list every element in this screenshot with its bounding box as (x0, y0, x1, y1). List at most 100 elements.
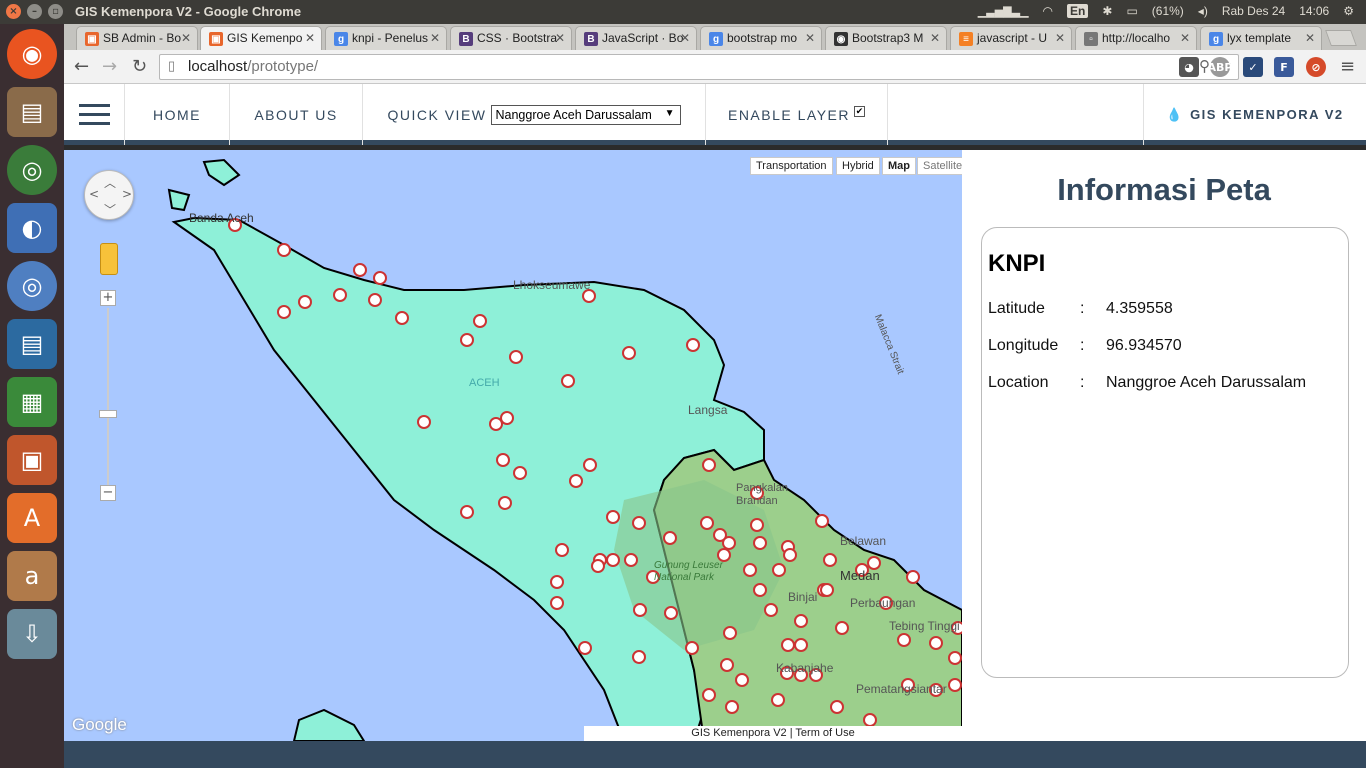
enable-layer-checkbox[interactable]: ✔ (854, 106, 865, 117)
chromium-icon[interactable]: ◎ (7, 261, 57, 311)
new-tab-button[interactable] (1325, 30, 1357, 46)
blocker-icon[interactable]: ⊘ (1306, 57, 1326, 77)
street-view-pegman-icon[interactable] (100, 243, 118, 275)
pan-down-icon[interactable]: ﹀ (104, 201, 116, 218)
map-label-kabanjahe: Kabanjahe (776, 661, 834, 675)
zoom-slider[interactable]: + − (98, 290, 118, 501)
tab-5[interactable]: g bootstrap mo ✕ (700, 26, 822, 50)
wifi-icon[interactable]: ◠ (1043, 4, 1053, 18)
volume-icon[interactable]: ◂) (1198, 4, 1208, 18)
ubuntu-dash-icon[interactable]: ◉ (7, 29, 57, 79)
github-favicon-icon: ◉ (834, 32, 848, 46)
pidgin-icon[interactable]: ◐ (7, 203, 57, 253)
amazon-icon[interactable]: a (7, 551, 57, 601)
tab-8[interactable]: ▫ http://localho ✕ (1075, 26, 1197, 50)
nav-home[interactable]: HOME (125, 84, 230, 145)
forward-arrow-icon[interactable]: → (102, 56, 117, 77)
info-key: Location (988, 374, 1049, 391)
window-minimize-icon[interactable]: – (27, 4, 42, 19)
info-key: Longitude (988, 337, 1059, 354)
google-logo: Google (72, 715, 127, 734)
power-gear-icon[interactable]: ⚙ (1343, 4, 1354, 18)
tab-label: CSS · Bootstra (477, 31, 558, 45)
nav-about-us[interactable]: ABOUT US (230, 84, 363, 145)
map-type-map[interactable]: Map (882, 157, 916, 175)
bootstrap-favicon-icon: B (584, 32, 598, 46)
adblock-plus-icon[interactable]: ABP (1208, 57, 1232, 77)
bluetooth-icon[interactable]: ✱ (1102, 4, 1112, 18)
tab-1[interactable]: ▣ GIS Kemenpo ✕ (200, 26, 322, 50)
battery-icon[interactable]: ▭ (1126, 4, 1137, 18)
tab-label: GIS Kemenpo (227, 31, 303, 45)
address-bar[interactable]: ▯ localhost/prototype/ ⚲ ☆ (159, 54, 1239, 80)
map-label-belawan: Belawan (840, 534, 887, 548)
extension-spy-icon[interactable]: ◕ (1179, 57, 1199, 77)
menu-icon[interactable]: ≡ (1340, 56, 1355, 77)
battery-percent: (61%) (1151, 4, 1184, 18)
map-label-pangkalan-brandan: Pangkalan Brandan (736, 482, 788, 507)
zoom-in-button[interactable]: + (100, 290, 116, 306)
clock-text[interactable]: 14:06 (1299, 4, 1329, 18)
zoom-thumb[interactable] (99, 410, 117, 418)
info-row-longitude: Longitude : 96.934570 (988, 337, 1342, 355)
network-graph-icon[interactable]: ▁▃▅▇▃▁ (978, 5, 1029, 18)
date-text[interactable]: Rab Des 24 (1222, 4, 1285, 18)
calc-icon[interactable]: ▦ (7, 377, 57, 427)
software-center-icon[interactable]: A (7, 493, 57, 543)
window-maximize-icon[interactable]: ▫ (48, 4, 63, 19)
tab-4[interactable]: B JavaScript · Bo ✕ (575, 26, 697, 50)
pan-left-icon[interactable]: < (89, 187, 99, 201)
quick-view-select[interactable]: Nanggroe Aceh Darussalam ▼ (490, 104, 681, 125)
map-type-satellite[interactable]: Satellite (917, 157, 962, 175)
map-footer: GIS Kemenpora V2 | Term of Use (584, 726, 962, 741)
tab-label: http://localho (1102, 31, 1171, 45)
files-icon[interactable]: ▤ (7, 87, 57, 137)
reload-icon[interactable]: ↻ (132, 56, 147, 77)
info-value: Nanggroe Aceh Darussalam (1106, 374, 1307, 391)
tab-2[interactable]: g knpi - Penelus ✕ (325, 26, 447, 50)
pan-control[interactable]: ︿ ﹀ < > (84, 170, 134, 220)
info-panel: Informasi Peta KNPI Latitude : 4.359558 … (962, 150, 1366, 741)
nav-about-label: ABOUT US (254, 106, 338, 123)
map-type-transportation[interactable]: Transportation (750, 157, 833, 175)
tab-close-icon[interactable]: ✕ (1055, 31, 1065, 45)
hamburger-menu-icon[interactable] (64, 84, 125, 145)
tab-7[interactable]: ≡ javascript - U ✕ (950, 26, 1072, 50)
google-favicon-icon: g (334, 32, 348, 46)
tab-close-icon[interactable]: ✕ (805, 31, 815, 45)
tab-6[interactable]: ◉ Bootstrap3 M ✕ (825, 26, 947, 50)
pan-up-icon[interactable]: ︿ (104, 174, 116, 191)
tab-label: SB Admin - Bo (103, 31, 182, 45)
feedly-icon[interactable]: F (1274, 57, 1294, 77)
tab-close-icon[interactable]: ✕ (181, 31, 191, 45)
tab-close-icon[interactable]: ✕ (305, 31, 315, 45)
brand[interactable]: 💧 GIS KEMENPORA V2 (1143, 84, 1366, 145)
twitter-icon[interactable]: ✓ (1243, 57, 1263, 77)
tab-close-icon[interactable]: ✕ (430, 31, 440, 45)
tab-label: javascript - U (977, 31, 1048, 45)
map-label-gunung-leuser: Gunung Leuser National Park (654, 560, 723, 583)
writer-icon[interactable]: ▤ (7, 319, 57, 369)
impress-icon[interactable]: ▣ (7, 435, 57, 485)
window-close-icon[interactable]: × (6, 4, 21, 19)
tab-close-icon[interactable]: ✕ (1180, 31, 1190, 45)
map-label-binjai: Binjai (788, 590, 818, 604)
tab-3[interactable]: B CSS · Bootstra ✕ (450, 26, 572, 50)
map-canvas[interactable]: Banda Aceh Lhokseumawe ACEH Langsa Malac… (64, 150, 962, 741)
chrome-icon[interactable]: ◎ (7, 145, 57, 195)
info-sep: : (1080, 374, 1085, 391)
tab-close-icon[interactable]: ✕ (555, 31, 565, 45)
back-arrow-icon[interactable]: ← (74, 56, 89, 77)
update-icon[interactable]: ⇩ (7, 609, 57, 659)
tab-close-icon[interactable]: ✕ (680, 31, 690, 45)
tab-close-icon[interactable]: ✕ (930, 31, 940, 45)
map-terrain (167, 158, 962, 741)
pan-right-icon[interactable]: > (122, 187, 132, 201)
tab-9[interactable]: g lyx template ✕ (1200, 26, 1322, 50)
map-type-hybrid[interactable]: Hybrid (836, 157, 880, 175)
page-footer-bar (64, 741, 1366, 768)
tab-0[interactable]: ▣ SB Admin - Bo ✕ (76, 26, 198, 50)
keyboard-layout-indicator[interactable]: En (1067, 4, 1089, 18)
tab-close-icon[interactable]: ✕ (1305, 31, 1315, 45)
zoom-out-button[interactable]: − (100, 485, 116, 501)
